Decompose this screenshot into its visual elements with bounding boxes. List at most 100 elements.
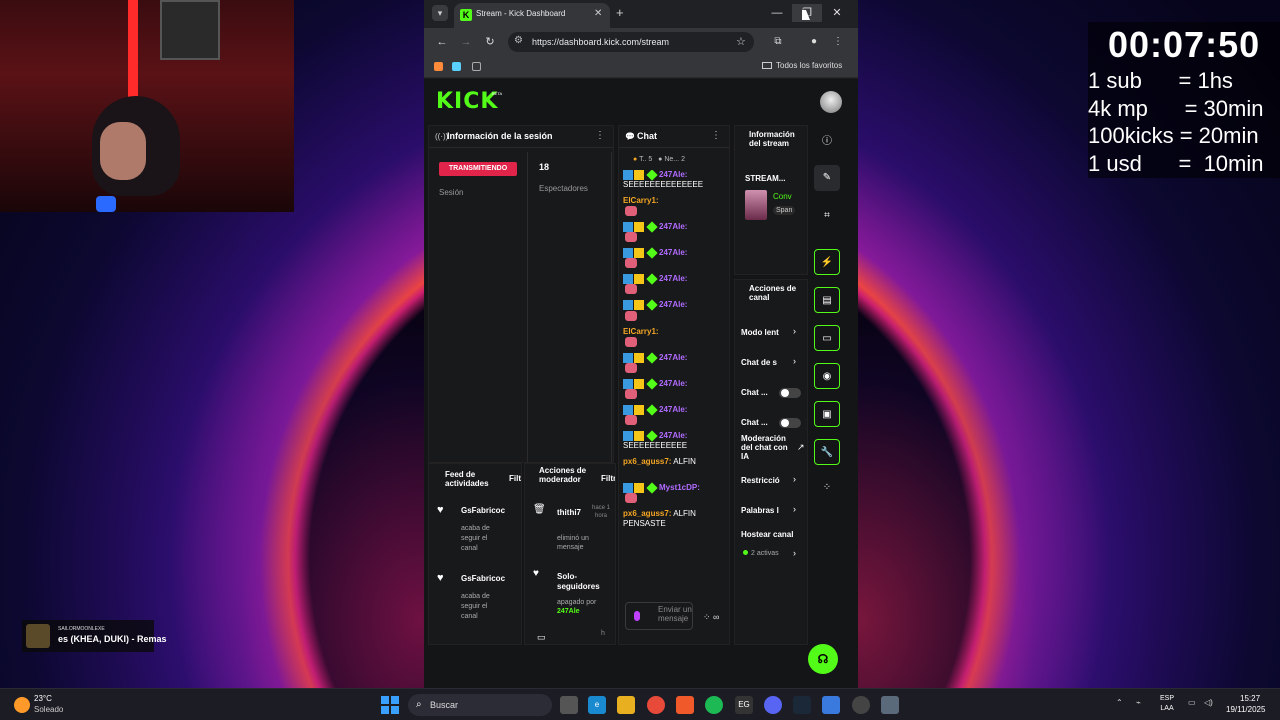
browser-menu-icon[interactable]: ⋮	[830, 34, 846, 50]
chat-username[interactable]: 247Ale:	[659, 248, 687, 257]
chat-username[interactable]: px6_aguss7:	[623, 457, 671, 466]
chat-filters[interactable]: ● T.. 5 ● Ne... 2	[633, 156, 685, 163]
all-bookmarks-button[interactable]: Todos los favoritos	[762, 61, 842, 70]
broadcast-icon[interactable]: ◉	[814, 363, 840, 389]
external-link-icon[interactable]: ↗	[797, 442, 805, 453]
chat-extra-icons[interactable]: ⁘ ∞	[703, 612, 719, 623]
chat-username[interactable]: 247Ale:	[659, 353, 687, 362]
spotify-icon[interactable]	[705, 696, 723, 714]
close-window-button[interactable]: ✕	[822, 4, 852, 22]
channel-action-row[interactable]: Hostear canal	[741, 530, 803, 539]
chat-message-list[interactable]: 247Ale: SEEEEEEEEEEEEEE ElCarry1: 247Ale:…	[623, 170, 727, 600]
apps-grid-icon[interactable]	[472, 62, 481, 71]
info-icon[interactable]: ⓘ	[814, 129, 840, 155]
chat-username[interactable]: px6_aguss7:	[623, 509, 671, 518]
site-info-icon[interactable]: ⚙	[514, 35, 523, 46]
chat-message[interactable]: ElCarry1:	[623, 196, 727, 217]
mod-action-name[interactable]: thithi7	[557, 508, 593, 518]
address-bar[interactable]: ⚙ https://dashboard.kick.com/stream ☆	[508, 32, 754, 52]
chat-message[interactable]: 247Ale:	[623, 247, 727, 269]
chat-message[interactable]: 247Ale:	[623, 273, 727, 295]
chat-input[interactable]: Enviar un mensaje	[625, 602, 693, 630]
volume-icon[interactable]: ◁)	[1204, 698, 1213, 707]
display-icon[interactable]: ▭	[1188, 698, 1196, 707]
active-count[interactable]: 2 activas	[743, 550, 779, 557]
layout-icon[interactable]: ▣	[814, 401, 840, 427]
chat-username[interactable]: Myst1cDP:	[659, 483, 700, 492]
more-icon[interactable]: ⁘	[814, 475, 840, 501]
kick-logo[interactable]: KICK	[436, 89, 498, 114]
chat-message[interactable]: 247Ale:	[623, 221, 727, 243]
mic-icon[interactable]	[634, 611, 640, 621]
chat-message[interactable]: 247Ale:	[623, 404, 727, 425]
tab-kick-dashboard[interactable]: K Stream - Kick Dashboard ✕	[454, 3, 610, 28]
bookmark-2-icon[interactable]	[452, 62, 461, 71]
obs-icon[interactable]	[852, 696, 870, 714]
lightning-icon[interactable]: ⚡	[814, 249, 840, 275]
tray-chevron-icon[interactable]: ⌃	[1116, 698, 1123, 707]
taskbar-search[interactable]: ⌕ Buscar	[408, 694, 552, 716]
chat-username[interactable]: ElCarry1:	[623, 196, 659, 205]
bookmark-1-icon[interactable]	[434, 62, 443, 71]
chat-message[interactable]: 247Ale:	[623, 299, 727, 321]
windows-start-icon[interactable]	[381, 696, 399, 714]
task-view-icon[interactable]	[560, 696, 578, 714]
stream-category[interactable]: Conv	[773, 192, 792, 201]
minimize-button[interactable]: —	[762, 4, 792, 22]
chat-message[interactable]: 247Ale: SEEEEEEEEEEE	[623, 430, 727, 451]
chat-message[interactable]: px6_aguss7: ALFIN PENSASTE	[623, 509, 727, 529]
feed-filter-button[interactable]: Filt	[509, 474, 521, 483]
chat-username[interactable]: 247Ale:	[659, 222, 687, 231]
user-avatar[interactable]	[820, 91, 842, 113]
chat-filter-b[interactable]: Ne...	[664, 156, 679, 163]
chat-message[interactable]: Myst1cDP:	[623, 482, 727, 504]
chat-message[interactable]: 247Ale: SEEEEEEEEEEEEEE	[623, 170, 727, 190]
chat-message[interactable]: 247Ale:	[623, 351, 727, 373]
bookmark-star-icon[interactable]: ☆	[736, 35, 746, 48]
chevron-right-icon[interactable]: ›	[793, 326, 796, 336]
discord-icon[interactable]	[764, 696, 782, 714]
epic-games-icon[interactable]: EG	[735, 696, 753, 714]
taskbar-time[interactable]: 15:27	[1240, 694, 1260, 703]
chat-message[interactable]: 247Ale:	[623, 377, 727, 399]
extensions-icon[interactable]: ⧉	[770, 34, 786, 50]
chat-username[interactable]: 247Ale:	[659, 301, 687, 310]
tab-close-icon[interactable]: ✕	[594, 8, 602, 19]
chat-username[interactable]: 247Ale:	[659, 431, 687, 440]
chevron-right-icon[interactable]: ›	[793, 504, 796, 514]
mod-filter-button[interactable]: Filtr	[601, 474, 615, 483]
notepad-icon[interactable]	[822, 696, 840, 714]
chat-username[interactable]: 247Ale:	[659, 379, 687, 388]
mod-action-name[interactable]: Solo-seguidores	[557, 572, 600, 592]
chevron-right-icon[interactable]: ›	[793, 548, 796, 558]
toggle-switch[interactable]	[779, 388, 801, 398]
app-icon[interactable]	[881, 696, 899, 714]
chat-message[interactable]: ElCarry1:	[623, 327, 727, 347]
chat-username[interactable]: ElCarry1:	[623, 327, 659, 336]
taskbar-date[interactable]: 19/11/2025	[1226, 705, 1265, 714]
edit-icon[interactable]: ✎	[814, 165, 840, 191]
reload-button[interactable]: ↻	[482, 34, 498, 50]
weather-sun-icon[interactable]	[14, 697, 30, 713]
notes-icon[interactable]: ▤	[814, 287, 840, 313]
screenshot-icon[interactable]: ⌗	[814, 203, 840, 229]
new-tab-button[interactable]: +	[616, 5, 624, 20]
chat-username[interactable]: 247Ale:	[659, 274, 687, 283]
steam-icon[interactable]	[793, 696, 811, 714]
panel-menu-icon[interactable]: ⋮	[595, 130, 605, 141]
chrome-icon[interactable]	[647, 696, 665, 714]
profile-icon[interactable]: ●	[806, 34, 822, 50]
chat-message[interactable]: px6_aguss7: ALFIN	[623, 457, 727, 477]
brave-icon[interactable]	[676, 696, 694, 714]
wrench-icon[interactable]: 🔧	[814, 439, 840, 465]
feed-username[interactable]: GsFabricoc	[461, 506, 517, 515]
network-status-icon[interactable]: ⌁	[1136, 698, 1141, 707]
tab-search-button[interactable]: ▾	[432, 5, 448, 21]
mod-action-by[interactable]: 247Ale	[557, 608, 580, 615]
channel-action-row[interactable]: Moderación del chat con IA	[741, 434, 797, 461]
feed-username[interactable]: GsFabricoc	[461, 574, 517, 583]
chevron-right-icon[interactable]: ›	[793, 474, 796, 484]
help-chat-button[interactable]: ☊	[808, 644, 838, 674]
forward-button[interactable]: →	[458, 34, 474, 50]
edge-icon[interactable]: e	[588, 696, 606, 714]
